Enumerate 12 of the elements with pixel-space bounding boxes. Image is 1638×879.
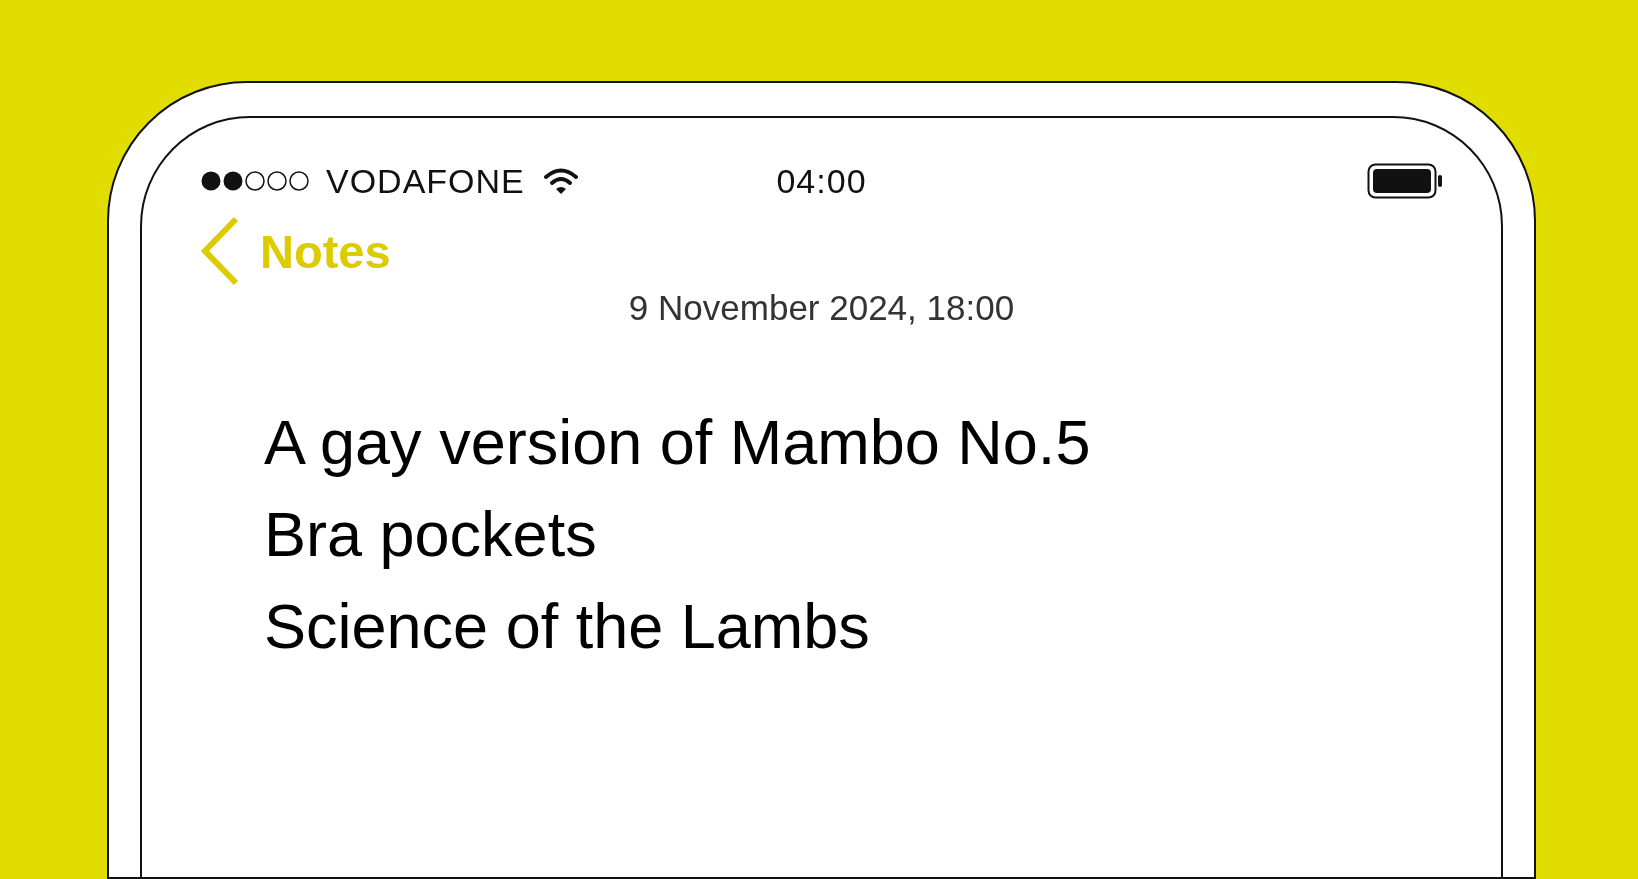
chevron-left-icon [200,216,240,286]
back-label[interactable]: Notes [260,223,391,279]
note-line: Science of the Lambs [264,590,871,663]
back-button[interactable]: Notes [200,216,391,286]
battery-icon [1367,163,1443,199]
wifi-icon [542,167,579,195]
clock-time: 04:00 [776,161,867,201]
note-line: Bra pockets [264,498,598,571]
note-date: 9 November 2024, 18:00 [627,288,1016,328]
carrier-name: VODAFONE [326,161,525,201]
note-line: A gay version of Mambo No.5 [264,406,1092,479]
signal-icon [200,169,312,193]
